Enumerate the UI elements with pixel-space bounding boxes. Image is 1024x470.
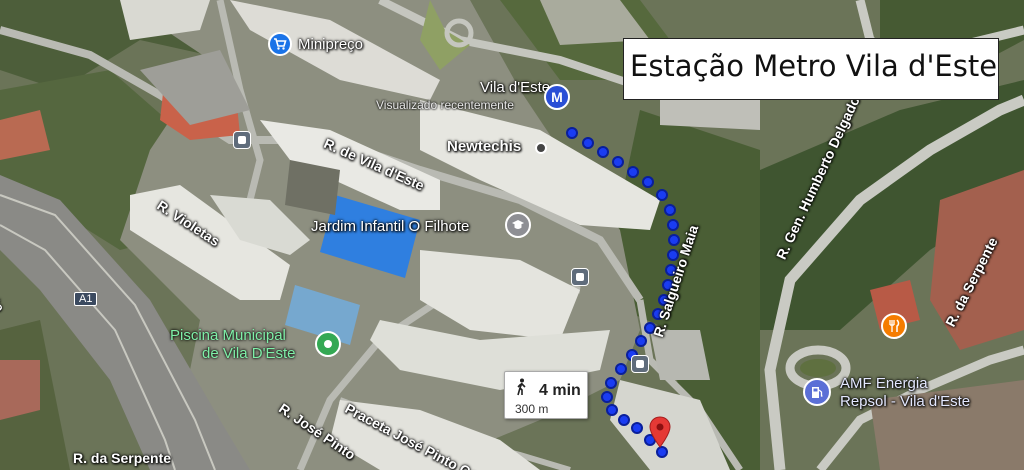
destination-pin-icon[interactable] [649, 416, 671, 448]
walking-person-icon [515, 378, 529, 401]
route-dot [627, 166, 639, 178]
poi-newtechis[interactable]: Newtechis [447, 138, 521, 155]
route-dot [635, 335, 647, 347]
street-label-serpente-bottom: R. da Serpente [73, 450, 172, 466]
poi-jardim-infantil[interactable]: Jardim Infantil O Filhote [311, 218, 469, 235]
route-distance: 300 m [515, 402, 549, 416]
route-dot [618, 414, 630, 426]
route-dot [601, 391, 613, 403]
park-icon[interactable] [315, 331, 341, 357]
route-dot [615, 363, 627, 375]
poi-metro-station[interactable]: Vila d'Este [480, 79, 550, 96]
route-dot [566, 127, 578, 139]
page-title: Estação Metro Vila d'Este [630, 49, 998, 83]
poi-metro-subtitle: Visualizado recentemente [376, 98, 514, 112]
route-dot [612, 156, 624, 168]
title-box: Estação Metro Vila d'Este [623, 38, 999, 100]
route-dot [664, 204, 676, 216]
place-dot-icon[interactable] [535, 142, 547, 154]
poi-piscina-line1[interactable]: Piscina Municipal [170, 327, 286, 344]
route-dot [667, 219, 679, 231]
poi-minipreco[interactable]: Minipreço [298, 36, 363, 53]
school-icon[interactable] [505, 212, 531, 238]
shopping-cart-icon[interactable] [268, 32, 292, 56]
poi-amf-line2[interactable]: Repsol - Vila d'Este [840, 393, 970, 410]
bus-stop-icon[interactable] [233, 131, 251, 149]
map-view[interactable]: Minipreço Vila d'Este Visualizado recent… [0, 0, 1024, 470]
route-dot [582, 137, 594, 149]
metro-icon[interactable]: M [544, 84, 570, 110]
highway-shield: A1 [74, 292, 98, 306]
route-dot [656, 189, 668, 201]
poi-amf-line1[interactable]: AMF Energia [840, 375, 928, 392]
restaurant-icon[interactable] [881, 313, 907, 339]
poi-piscina-line2[interactable]: de Vila D'Este [202, 345, 295, 362]
route-dot [631, 422, 643, 434]
route-info-card[interactable]: 4 min 300 m [504, 371, 588, 419]
route-dot [605, 377, 617, 389]
route-dot [606, 404, 618, 416]
route-dot [642, 176, 654, 188]
bus-stop-icon[interactable] [571, 268, 589, 286]
fuel-icon[interactable] [803, 378, 831, 406]
bus-stop-icon[interactable] [631, 355, 649, 373]
route-time: 4 min [539, 382, 581, 399]
route-dot [597, 146, 609, 158]
